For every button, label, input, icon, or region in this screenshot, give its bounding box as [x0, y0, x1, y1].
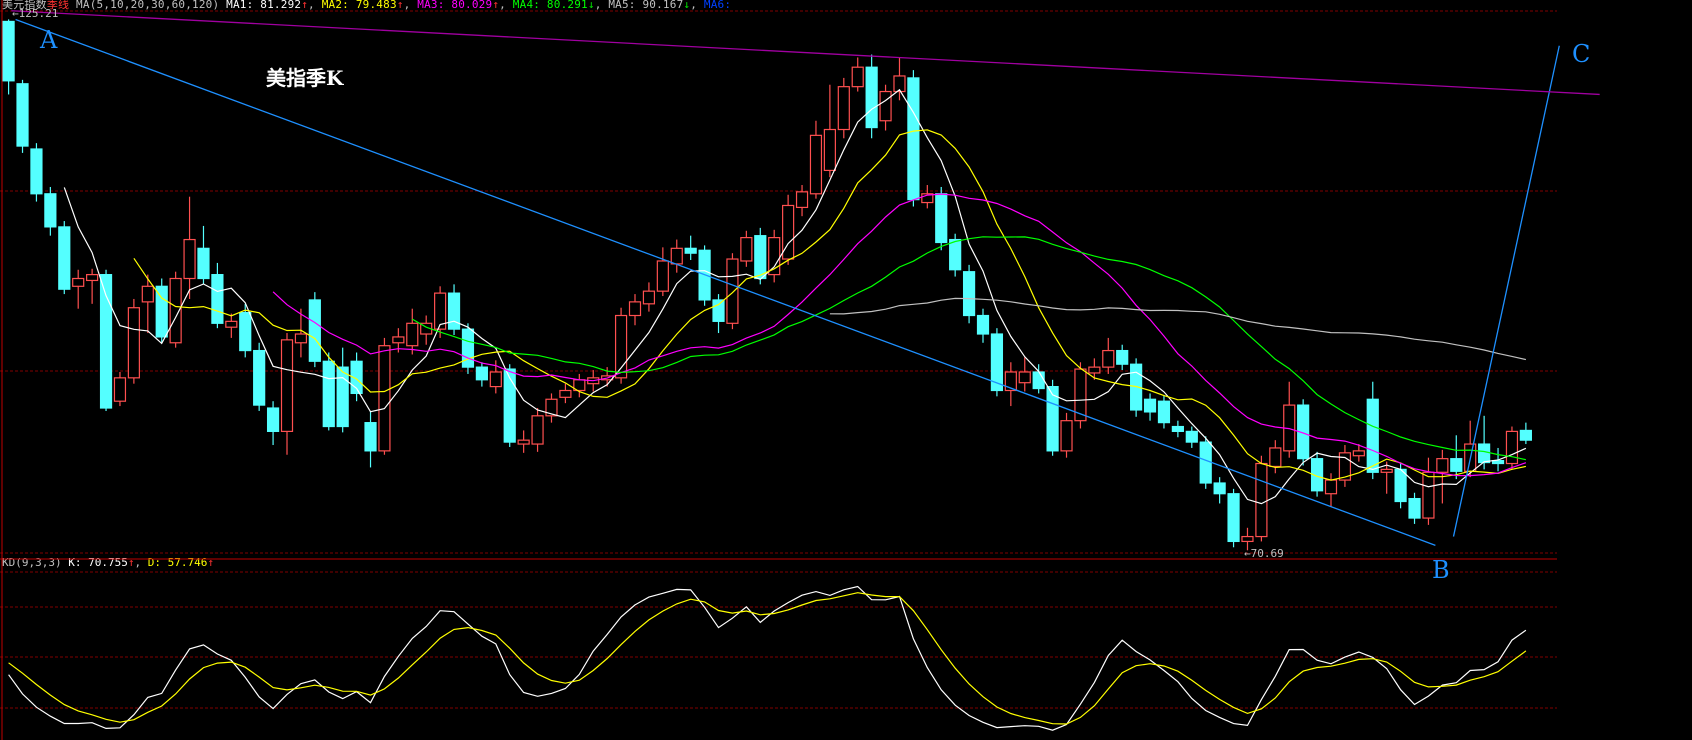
candle-up	[879, 90, 892, 122]
candle-down	[1408, 497, 1421, 519]
candle-up	[1436, 458, 1449, 473]
candle-down	[949, 238, 962, 271]
candle-up	[392, 336, 405, 344]
candle-down	[907, 77, 920, 201]
max-price-marker: ←125.21	[12, 7, 59, 20]
trendline-A-B	[15, 18, 1436, 546]
candle-down	[976, 314, 990, 335]
candle-up	[72, 277, 85, 287]
candle-down	[308, 299, 321, 362]
candle-up	[1060, 420, 1073, 452]
candle-down	[322, 360, 335, 428]
label-a: A	[40, 26, 58, 54]
candle-down	[1032, 371, 1045, 390]
candle-down	[1394, 468, 1407, 503]
candle-down	[712, 299, 725, 322]
kd-d-line	[8, 592, 1527, 725]
candle-down	[1366, 398, 1379, 473]
candle-down	[253, 349, 266, 406]
candle-up	[1102, 349, 1115, 368]
candle-down	[1185, 430, 1198, 443]
candle-down	[30, 148, 43, 195]
candle-down	[16, 83, 29, 147]
candle-up	[837, 86, 850, 131]
candle-up	[113, 377, 127, 402]
candle-up	[141, 285, 154, 303]
candle-up	[225, 320, 238, 328]
trendline-channel	[11, 10, 1600, 96]
candle-up	[795, 191, 809, 209]
candle-down	[962, 271, 976, 317]
candle-down	[58, 226, 71, 290]
candle-down	[447, 292, 461, 330]
candle-up	[1352, 450, 1365, 457]
candle-down	[1199, 441, 1212, 484]
candle-up	[1255, 462, 1268, 538]
candle-down	[461, 328, 475, 368]
candle-up	[656, 260, 669, 292]
candle-up	[1241, 535, 1254, 543]
candle-up	[531, 415, 544, 445]
candle-down	[1143, 398, 1157, 413]
candle-up	[1324, 479, 1338, 495]
candle-down	[239, 311, 252, 352]
candle-up	[823, 128, 836, 172]
candle-down	[1171, 425, 1184, 432]
candle-down	[475, 366, 488, 381]
candle-up	[183, 238, 196, 280]
label-c: C	[1572, 40, 1591, 68]
candle-down	[1157, 400, 1171, 424]
kd-k-line	[8, 585, 1527, 731]
candle-up	[740, 237, 753, 262]
candle-down	[935, 193, 948, 244]
ma60-line	[829, 297, 1527, 361]
candle-up	[517, 439, 530, 445]
candle-down	[1213, 482, 1226, 495]
candle-up	[406, 322, 419, 347]
candle-up	[378, 345, 391, 452]
candle-up	[294, 333, 308, 344]
candle-up	[559, 389, 572, 398]
candle-up	[642, 290, 656, 305]
candle-down	[364, 422, 377, 452]
label-b: B	[1432, 556, 1450, 584]
candle-up	[86, 274, 99, 282]
candle-down	[266, 407, 280, 432]
candle-down	[336, 366, 349, 428]
candle-up	[489, 371, 502, 388]
candle-up	[1422, 471, 1435, 519]
candle-up	[809, 134, 823, 195]
candle-up	[726, 258, 739, 324]
candle-up	[670, 247, 683, 265]
candle-up	[127, 307, 140, 379]
candle-down	[1450, 458, 1463, 472]
candle-down	[211, 274, 224, 324]
candle-down	[2, 20, 15, 82]
candle-down	[1519, 429, 1532, 441]
candle-down	[684, 247, 697, 254]
candle-down	[44, 193, 57, 228]
candle-up	[1018, 371, 1031, 384]
candle-down	[865, 66, 878, 129]
candle-down	[197, 247, 210, 280]
ma20-line	[272, 193, 1527, 477]
candle-up	[1505, 430, 1519, 465]
candle-down	[1227, 493, 1240, 543]
min-price-marker: ←70.69	[1244, 547, 1284, 560]
candle-up	[1088, 366, 1101, 374]
candle-up	[851, 66, 864, 88]
candle-up	[1269, 447, 1282, 468]
candle-up	[1380, 468, 1393, 473]
chart-annotation-title: 美指季K	[266, 66, 344, 90]
candle-up	[280, 339, 294, 432]
candle-up	[628, 301, 642, 317]
candle-down	[503, 368, 516, 443]
chart-canvas[interactable]	[0, 0, 1692, 740]
candle-down	[155, 285, 168, 338]
candle-down	[754, 235, 767, 280]
candle-down	[1116, 349, 1129, 365]
candle-down	[1478, 443, 1491, 464]
